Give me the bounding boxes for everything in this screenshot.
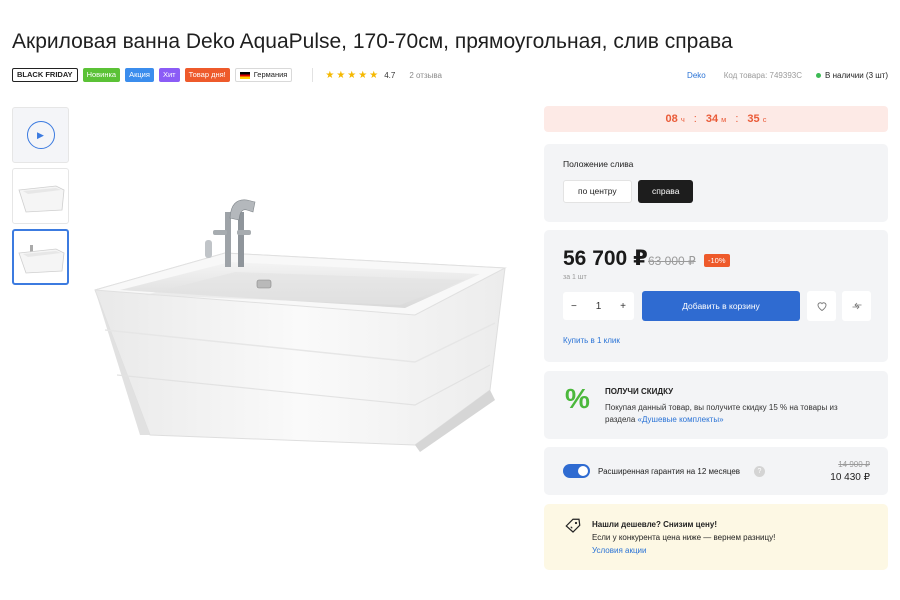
thumbnail-video[interactable]: ▶	[12, 107, 69, 163]
warranty-label: Расширенная гарантия на 12 месяцев	[598, 467, 741, 476]
drain-option-right[interactable]: справа	[638, 180, 694, 203]
star-icon: ★	[325, 69, 335, 81]
rating-stars[interactable]: ★ ★ ★ ★ ★	[325, 70, 378, 81]
promo-text: Покупая данный товар, вы получите скидку…	[605, 403, 838, 424]
bathtub-thumbnail-image	[17, 185, 64, 213]
badge-product-of-day[interactable]: Товар дня!	[184, 68, 230, 82]
price-match-title: Нашли дешевле? Снизим цену!	[592, 520, 717, 529]
bathtub-image	[94, 199, 507, 452]
thumbnail-list: ▶	[12, 107, 69, 290]
percent-icon: %	[565, 383, 590, 414]
stock-status: В наличии (3 шт)	[816, 71, 888, 80]
price-tag-icon	[565, 518, 581, 533]
countdown-timer: 08 ч : 34 м : 35 с	[544, 106, 888, 132]
old-price: 63 000 ₽	[648, 254, 696, 268]
warranty-toggle[interactable]	[563, 464, 590, 478]
quantity-stepper: − 1 +	[563, 292, 634, 320]
promo-category-link[interactable]: «Душевые комплекты»	[638, 415, 724, 424]
play-icon: ▶	[26, 121, 55, 149]
star-icon: ★	[336, 69, 346, 81]
compare-button[interactable]	[842, 291, 871, 321]
warranty-price: 10 430 ₽	[830, 472, 870, 483]
drain-position-label: Положение слива	[563, 159, 634, 169]
drain-option-center[interactable]: по центру	[563, 180, 632, 203]
badge-black-friday[interactable]: BLACK FRIDAY	[12, 68, 78, 82]
stock-dot-icon	[816, 72, 822, 78]
warranty-card: Расширенная гарантия на 12 месяцев ? 14 …	[544, 447, 888, 495]
current-price: 56 700 ₽	[563, 247, 648, 270]
brand-link[interactable]: Deko	[687, 71, 706, 80]
promo-title: ПОЛУЧИ СКИДКУ	[605, 387, 674, 396]
price-card: 56 700 ₽ 63 000 ₽ -10% за 1 шт − 1 + Доб…	[544, 230, 888, 362]
discount-badge: -10%	[704, 254, 730, 267]
country-label: Германия	[253, 70, 288, 79]
promo-terms-link[interactable]: Условия акции	[592, 546, 647, 555]
timer-separator: :	[735, 113, 739, 125]
timer-hours: 08 ч	[665, 113, 685, 125]
reviews-link[interactable]: 2 отзыва	[409, 71, 442, 80]
drain-position-card: Положение слива по центру справа	[544, 144, 888, 222]
heart-icon	[817, 302, 826, 312]
badge-sale[interactable]: Акция	[125, 68, 154, 82]
favorite-button[interactable]	[807, 291, 836, 321]
star-icon: ★	[369, 69, 379, 81]
badges: BLACK FRIDAY Новинка Акция Хит Товар дня…	[12, 68, 293, 82]
price-unit: за 1 шт	[563, 274, 587, 281]
badge-hit[interactable]: Хит	[158, 68, 180, 82]
product-title: Акриловая ванна Deko AquaPulse, 170-70см…	[12, 30, 733, 53]
rating-value: 4.7	[384, 70, 396, 80]
thumbnail-image-2[interactable]	[12, 229, 69, 285]
product-meta-row: BLACK FRIDAY Новинка Акция Хит Товар дня…	[12, 67, 888, 83]
stock-label: В наличии (3 шт)	[825, 70, 888, 80]
badge-new[interactable]: Новинка	[82, 68, 121, 82]
timer-separator: :	[693, 113, 697, 125]
discount-promo-card: % ПОЛУЧИ СКИДКУ Покупая данный товар, вы…	[544, 371, 888, 439]
product-main-image[interactable]	[85, 100, 525, 540]
star-icon: ★	[347, 69, 357, 81]
thumbnail-image-1[interactable]	[12, 168, 69, 224]
star-icon: ★	[358, 69, 368, 81]
price-match-text: Если у конкурента цена ниже — вернем раз…	[592, 533, 776, 542]
bathtub-with-faucet-thumbnail-image	[17, 245, 64, 274]
price-match-card: Нашли дешевле? Снизим цену! Если у конку…	[544, 504, 888, 570]
buy-one-click-link[interactable]: Купить в 1 клик	[563, 336, 620, 345]
warranty-old-price: 14 900 ₽	[838, 460, 870, 469]
timer-seconds: 35 с	[747, 113, 767, 125]
quantity-decrease-button[interactable]: −	[571, 301, 577, 312]
meta-right: Deko Код товара: 749393C В наличии (3 шт…	[687, 71, 888, 80]
compare-icon	[852, 302, 861, 310]
help-icon[interactable]: ?	[754, 466, 765, 477]
add-to-cart-button[interactable]: Добавить в корзину	[642, 291, 800, 321]
timer-minutes: 34 м	[705, 113, 727, 125]
germany-flag-icon	[239, 71, 250, 79]
badge-country[interactable]: Германия	[234, 68, 293, 82]
sku: Код товара: 749393C	[723, 70, 803, 80]
quantity-value[interactable]: 1	[596, 301, 602, 312]
quantity-increase-button[interactable]: +	[620, 301, 626, 312]
divider	[312, 68, 314, 82]
